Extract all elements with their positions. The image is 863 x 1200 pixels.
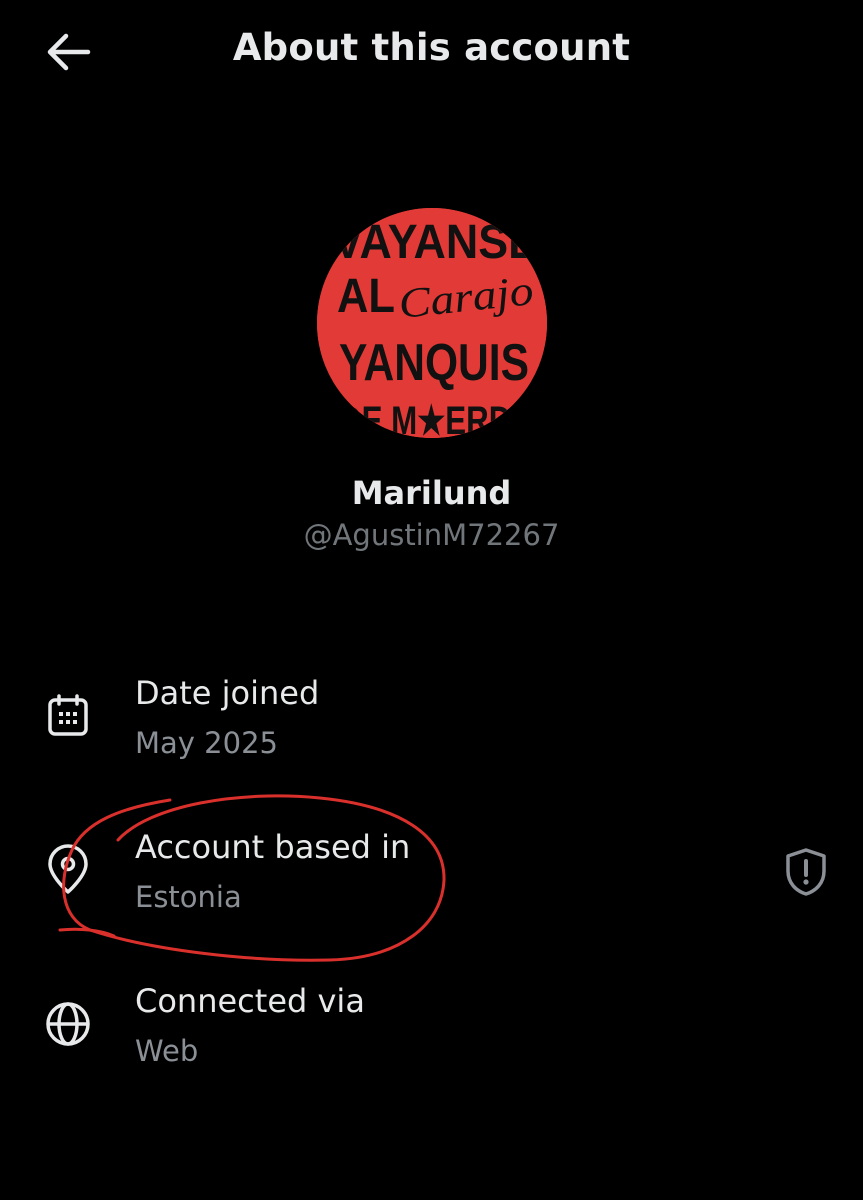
account-based-in-value: Estonia xyxy=(135,880,242,914)
avatar-line-1: VAYANSE xyxy=(333,216,538,269)
avatar[interactable]: VAYANSE AL YANQUIS DE M★ERDA Carajo xyxy=(317,208,547,438)
about-account-screen: About this account VAYANSE AL YANQUIS DE… xyxy=(0,0,863,1200)
calendar-icon xyxy=(40,688,96,744)
date-joined-value: May 2025 xyxy=(135,726,278,760)
shield-info-button[interactable] xyxy=(776,842,836,902)
shield-alert-icon xyxy=(786,848,826,896)
page-title: About this account xyxy=(232,26,631,69)
avatar-line-4: YANQUIS xyxy=(339,334,529,392)
display-name: Marilund xyxy=(351,474,512,512)
username-handle: @AgustinM72267 xyxy=(303,518,560,552)
avatar-line-2: AL xyxy=(337,270,395,323)
red-annotation-circle xyxy=(58,794,446,962)
location-pin-icon xyxy=(40,842,96,898)
avatar-line-5: DE M★ERDA xyxy=(339,399,534,438)
account-based-in-label: Account based in xyxy=(135,828,411,866)
connected-via-label: Connected via xyxy=(135,982,365,1020)
connected-via-value: Web xyxy=(135,1034,199,1068)
date-joined-label: Date joined xyxy=(135,674,320,712)
globe-icon xyxy=(40,996,96,1052)
